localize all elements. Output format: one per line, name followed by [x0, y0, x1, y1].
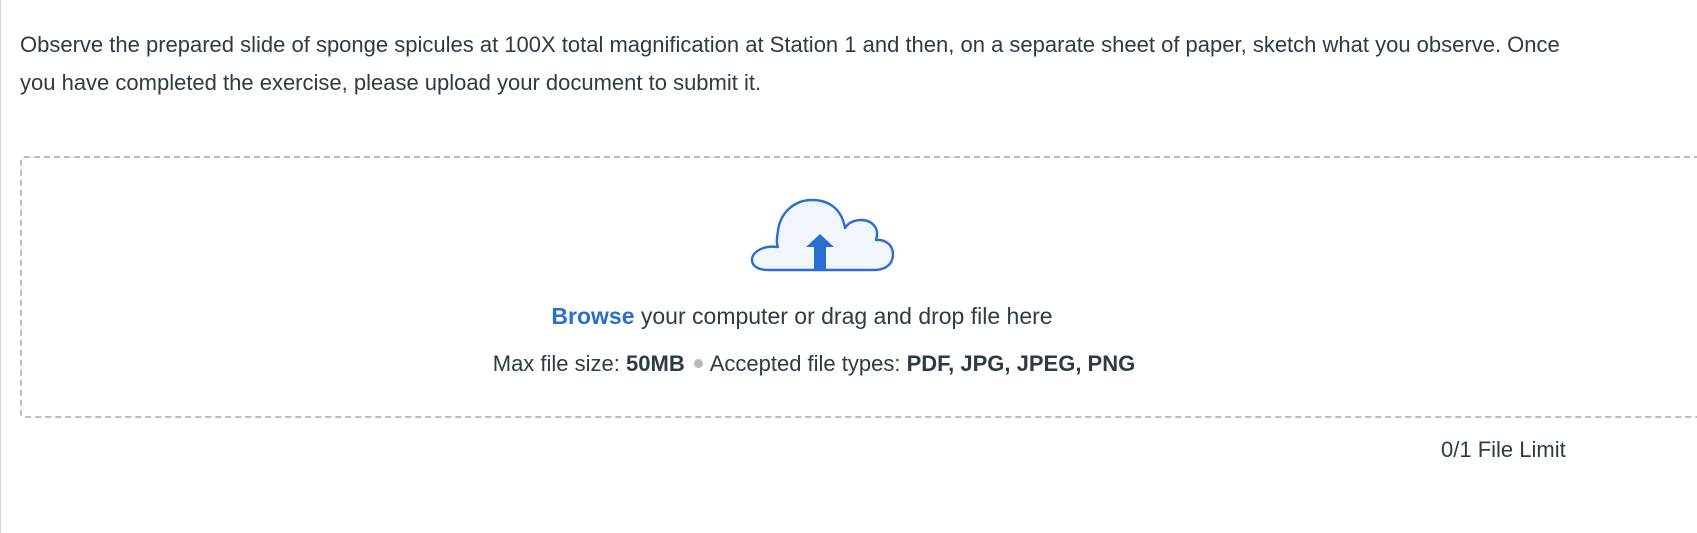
- browse-instructions: Browse your computer or drag and drop fi…: [22, 300, 1582, 332]
- left-border: [0, 0, 1, 533]
- browse-link[interactable]: Browse: [551, 303, 634, 329]
- assignment-instructions: Observe the prepared slide of sponge spi…: [20, 32, 1560, 95]
- file-types-value: PDF, JPG, JPEG, PNG: [906, 351, 1136, 376]
- cloud-upload-icon: [750, 198, 895, 272]
- max-size-label: Max file size:: [492, 351, 627, 376]
- max-size-value: 50MB: [626, 351, 685, 376]
- file-dropzone[interactable]: Browse your computer or drag and drop fi…: [20, 156, 1697, 418]
- file-limit-counter: 0/1 File Limit: [1441, 437, 1566, 462]
- browse-suffix-text: your computer or drag and drop file here: [634, 303, 1053, 329]
- file-types-label: Accepted file types:: [709, 351, 907, 376]
- separator-dot-icon: [693, 358, 703, 368]
- upload-constraints: Max file size: 50MB Accepted file types: …: [22, 348, 1606, 380]
